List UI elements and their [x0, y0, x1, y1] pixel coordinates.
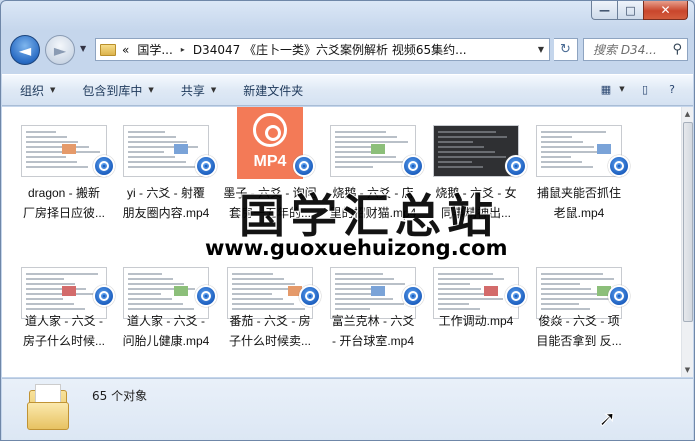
search-input[interactable]: 搜索 D34... ⚲ — [583, 38, 688, 61]
navigation-bar: ◄ ► ▼ « 国学... ▸ D34047 《庄卜一类》六爻案例解析 视频65… — [1, 31, 694, 67]
arrow-right-icon: ► — [53, 40, 67, 60]
refresh-icon: ↻ — [560, 42, 571, 57]
video-player-badge-icon — [608, 155, 630, 177]
video-player-badge-icon — [293, 155, 315, 177]
folder-icon — [27, 384, 69, 430]
recent-pages-dropdown[interactable]: ▼ — [80, 44, 86, 53]
watermark-url: www.guoxuehuizong.com — [205, 236, 508, 261]
scrollbar-thumb[interactable] — [683, 122, 693, 322]
address-bar[interactable]: « 国学... ▸ D34047 《庄卜一类》六爻案例解析 视频65集约... … — [95, 38, 550, 61]
mouse-cursor-icon: ➚ — [597, 407, 617, 433]
refresh-button[interactable]: ↻ — [554, 38, 578, 61]
arrow-left-icon: ◄ — [18, 40, 32, 60]
preview-pane-icon[interactable]: ▯ — [636, 81, 654, 97]
details-pane: 65 个对象 — [2, 378, 693, 440]
file-name: 道人家 - 六爻 - 房子什么时候... — [22, 314, 105, 348]
chevron-down-icon: ▼ — [50, 86, 56, 94]
file-item[interactable]: yi - 六爻 - 射覆 朋友圈内容.mp4 — [117, 107, 217, 243]
video-player-badge-icon — [402, 285, 424, 307]
close-button[interactable]: ✕ — [643, 1, 688, 20]
file-name: 番茄 - 六爻 - 房 子什么时候卖... — [228, 314, 311, 348]
change-view-icon[interactable]: ▦ — [597, 81, 615, 97]
file-item[interactable]: 捕鼠夹能否抓住 老鼠.mp4 — [530, 107, 630, 243]
watermark-title: 国学汇总站 — [238, 188, 499, 244]
file-item[interactable]: 番茄 - 六爻 - 房 子什么时候卖... — [221, 247, 321, 377]
file-name: 道人家 - 六爻 - 问胎儿健康.mp4 — [122, 314, 210, 348]
share-menu[interactable]: 共享 ▼ — [181, 82, 216, 99]
back-button[interactable]: ◄ — [10, 35, 40, 65]
file-name: 捕鼠夹能否抓住 老鼠.mp4 — [536, 186, 621, 220]
search-placeholder: 搜索 D34... — [593, 43, 657, 57]
scroll-up-icon[interactable]: ▲ — [682, 107, 693, 121]
forward-button[interactable]: ► — [45, 35, 75, 65]
organize-menu[interactable]: 组织 ▼ — [20, 82, 55, 99]
item-count: 65 个对象 — [92, 389, 148, 403]
video-player-badge-icon — [93, 285, 115, 307]
video-player-badge-icon — [505, 155, 527, 177]
minimize-button[interactable]: — — [591, 1, 617, 20]
organize-label: 组织 — [20, 83, 45, 98]
file-name: dragon - 搬新 厂房择日应彼... — [22, 186, 105, 220]
command-bar: 组织 ▼ 包含到库中 ▼ 共享 ▼ 新建文件夹 ▦ ▼ ▯ ? — [2, 74, 693, 106]
new-folder-label: 新建文件夹 — [243, 83, 304, 98]
video-player-badge-icon — [195, 155, 217, 177]
video-player-badge-icon — [402, 155, 424, 177]
breadcrumb-item-current[interactable]: D34047 《庄卜一类》六爻案例解析 视频65集约... — [193, 41, 467, 58]
share-label: 共享 — [180, 83, 205, 98]
file-name: 俊焱 - 六爻 - 项 目能否拿到 反... — [536, 314, 622, 348]
chevron-down-icon: ▼ — [210, 86, 217, 94]
include-in-library-label: 包含到库中 — [82, 83, 143, 98]
view-controls: ▦ ▼ ▯ ? — [588, 81, 681, 97]
file-name: 工作调动.mp4 — [438, 314, 514, 328]
video-player-badge-icon — [505, 285, 527, 307]
video-player-badge-icon — [93, 155, 115, 177]
chevron-down-icon: ▼ — [148, 86, 154, 94]
file-item[interactable]: dragon - 搬新 厂房择日应彼... — [15, 107, 115, 243]
folder-icon — [100, 43, 116, 56]
file-name: yi - 六爻 - 射覆 朋友圈内容.mp4 — [122, 186, 210, 220]
breadcrumb-overflow[interactable]: « — [122, 43, 129, 57]
file-item[interactable]: 俊焱 - 六爻 - 项 目能否拿到 反... — [530, 247, 630, 377]
vertical-scrollbar[interactable]: ▲ ▼ — [681, 107, 693, 377]
file-item[interactable]: 道人家 - 六爻 - 房子什么时候... — [15, 247, 115, 377]
view-dropdown-icon[interactable]: ▼ — [617, 81, 627, 97]
maximize-button[interactable]: □ — [617, 1, 643, 20]
file-name: 富兰克林 - 六爻 - 开台球室.mp4 — [331, 314, 415, 348]
search-icon[interactable]: ⚲ — [672, 42, 682, 57]
include-in-library-menu[interactable]: 包含到库中 ▼ — [82, 82, 153, 99]
address-dropdown-icon[interactable]: ▼ — [533, 39, 549, 60]
file-item[interactable]: 道人家 - 六爻 - 问胎儿健康.mp4 — [117, 247, 217, 377]
breadcrumb-separator-icon[interactable]: ▸ — [181, 45, 185, 54]
new-folder-button[interactable]: 新建文件夹 — [243, 82, 303, 99]
video-player-badge-icon — [299, 285, 321, 307]
help-icon[interactable]: ? — [663, 81, 681, 97]
explorer-window: — □ ✕ ◄ ► ▼ « 国学... ▸ D34047 《庄卜一类》六爻案例解… — [0, 0, 695, 441]
scroll-down-icon[interactable]: ▼ — [682, 363, 693, 377]
video-player-badge-icon — [195, 285, 217, 307]
breadcrumb-item[interactable]: 国学... — [137, 41, 172, 58]
caption-buttons: — □ ✕ — [591, 1, 688, 20]
file-item[interactable]: 富兰克林 - 六爻 - 开台球室.mp4 — [324, 247, 424, 377]
file-item[interactable]: 工作调动.mp4 — [427, 247, 527, 377]
video-player-badge-icon — [608, 285, 630, 307]
